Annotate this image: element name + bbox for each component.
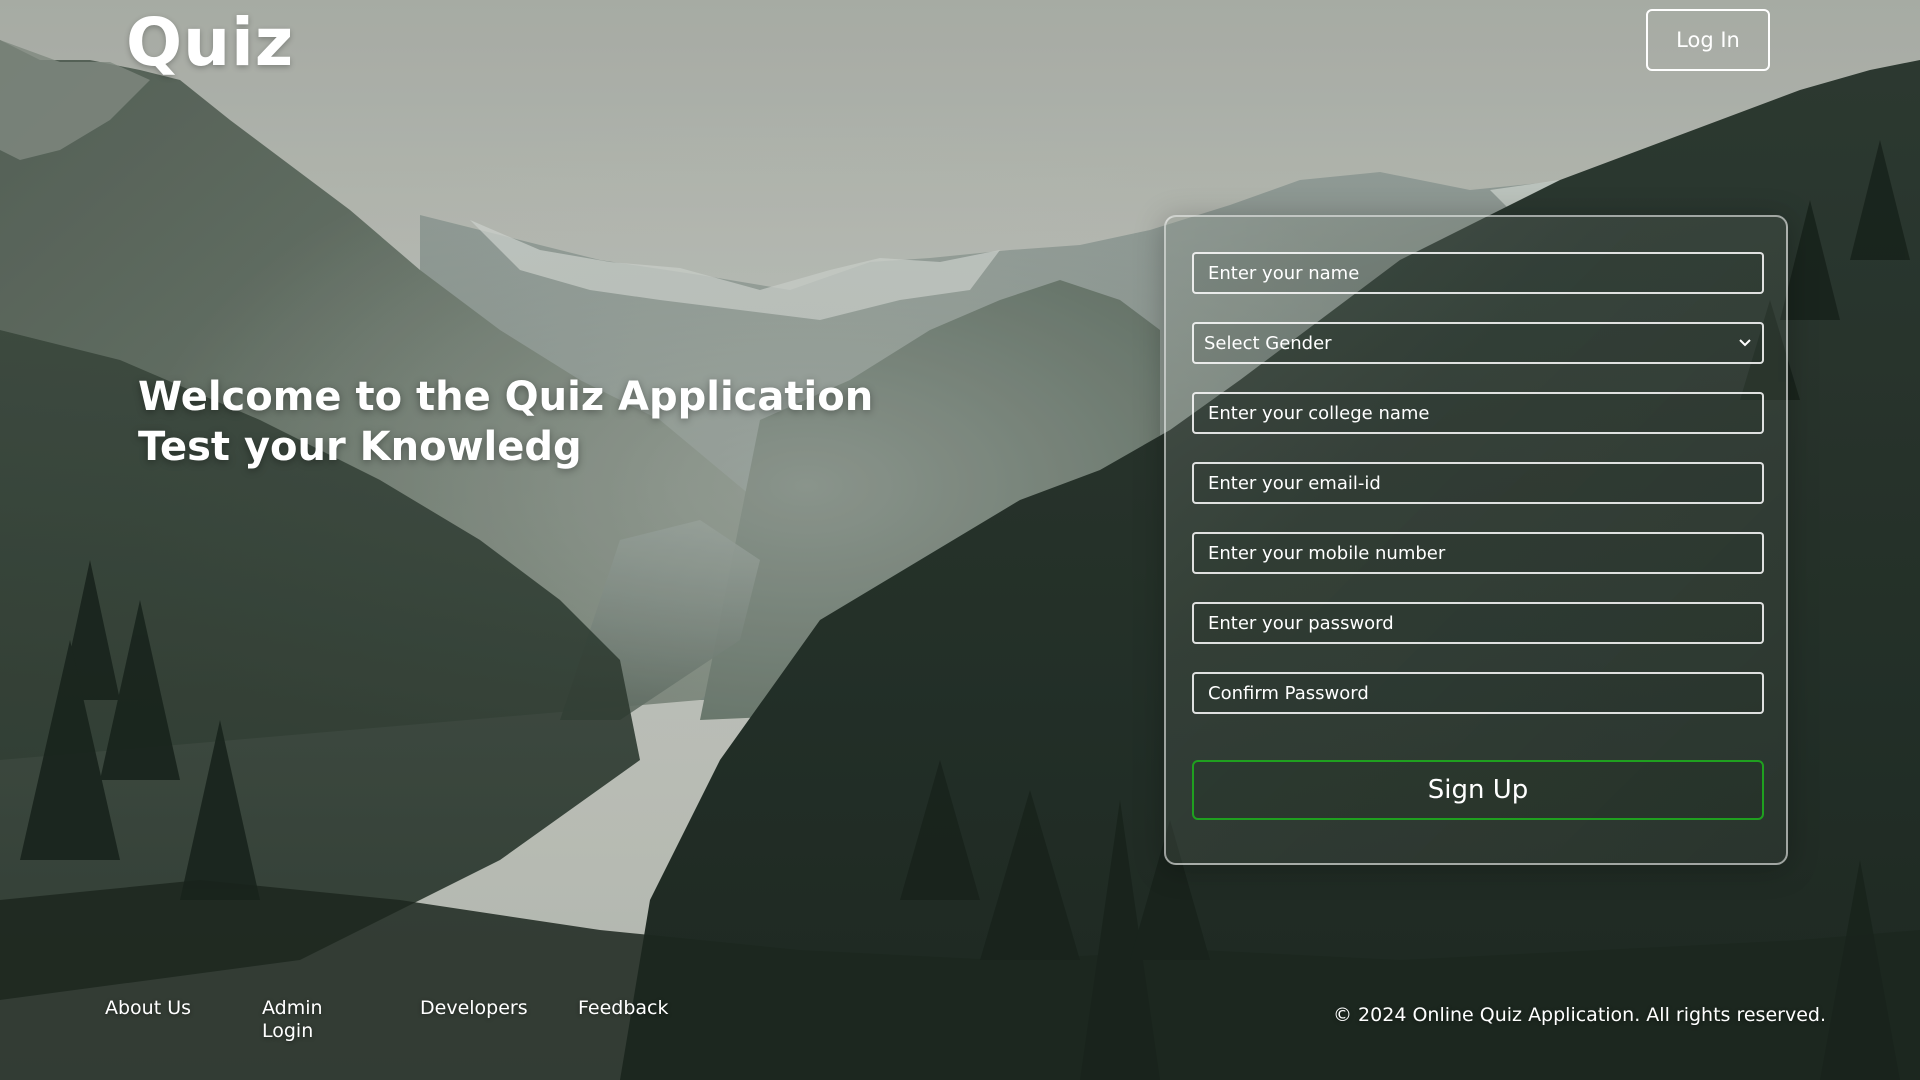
gender-select[interactable]: Select Gender — [1192, 322, 1764, 364]
hero-heading: Welcome to the Quiz Application Test you… — [138, 372, 873, 472]
confirm-password-input[interactable] — [1192, 672, 1764, 714]
name-input[interactable] — [1192, 252, 1764, 294]
mobile-input[interactable] — [1192, 532, 1764, 574]
email-input[interactable] — [1192, 462, 1764, 504]
footer-link-admin-login[interactable]: Admin Login — [262, 997, 342, 1043]
gender-select-value: Select Gender — [1204, 332, 1332, 354]
footer-link-developers[interactable]: Developers — [420, 997, 528, 1020]
footer-link-about-us[interactable]: About Us — [105, 997, 191, 1020]
login-button[interactable]: Log In — [1646, 9, 1770, 71]
copyright-text: © 2024 Online Quiz Application. All righ… — [1333, 1004, 1826, 1026]
hero-line-2: Test your Knowledg — [138, 424, 582, 470]
signup-button[interactable]: Sign Up — [1192, 760, 1764, 820]
signup-form: Select Gender Sign Up — [1164, 215, 1788, 865]
chevron-down-icon — [1738, 336, 1752, 350]
hero-line-1: Welcome to the Quiz Application — [138, 374, 874, 420]
page: Quiz Log In Welcome to the Quiz Applicat… — [0, 0, 1920, 1080]
logo[interactable]: Quiz — [126, 4, 294, 81]
footer-link-feedback[interactable]: Feedback — [578, 997, 668, 1020]
password-input[interactable] — [1192, 602, 1764, 644]
college-input[interactable] — [1192, 392, 1764, 434]
